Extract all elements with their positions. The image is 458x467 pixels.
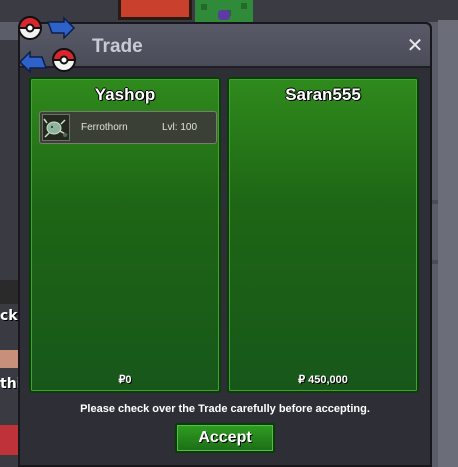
your-offer-panel[interactable]: Yashop Ferrothorn Lvl: 100 ₽0 [29, 77, 221, 393]
player-name: Yashop [94, 85, 156, 104]
item-level: Lvl: 100 [162, 122, 198, 133]
npc-sprite [0, 425, 18, 455]
partner-offer-panel: Saran555 ₽ 450,000 [227, 77, 419, 393]
trade-window: Trade ✕ Yashop Ferrothorn Lvl: 100 ₽0 Sa… [17, 16, 432, 467]
trade-notice: Please check over the Trade carefully be… [80, 403, 370, 415]
ferrothorn-sprite-icon [42, 114, 70, 141]
item-name: Ferrothorn [81, 122, 128, 133]
left-map-strip [0, 40, 18, 467]
npc-sprite [0, 280, 18, 304]
window-title: Trade [92, 36, 143, 57]
character-sprite [218, 10, 230, 20]
accept-button[interactable]: Accept [175, 423, 275, 453]
npc-sprite [0, 350, 18, 368]
money-offer: ₽0 [118, 374, 132, 386]
trade-item-slot[interactable]: Ferrothorn Lvl: 100 [39, 111, 217, 144]
trade-logo-icon [17, 16, 77, 74]
red-roof-building [118, 0, 192, 20]
partner-money-offer: ₽ 450,000 [298, 374, 348, 386]
close-icon[interactable]: ✕ [406, 35, 424, 55]
partner-name: Saran555 [285, 85, 361, 104]
right-map-strip [438, 20, 458, 467]
chat-fragment: ck [0, 308, 18, 324]
